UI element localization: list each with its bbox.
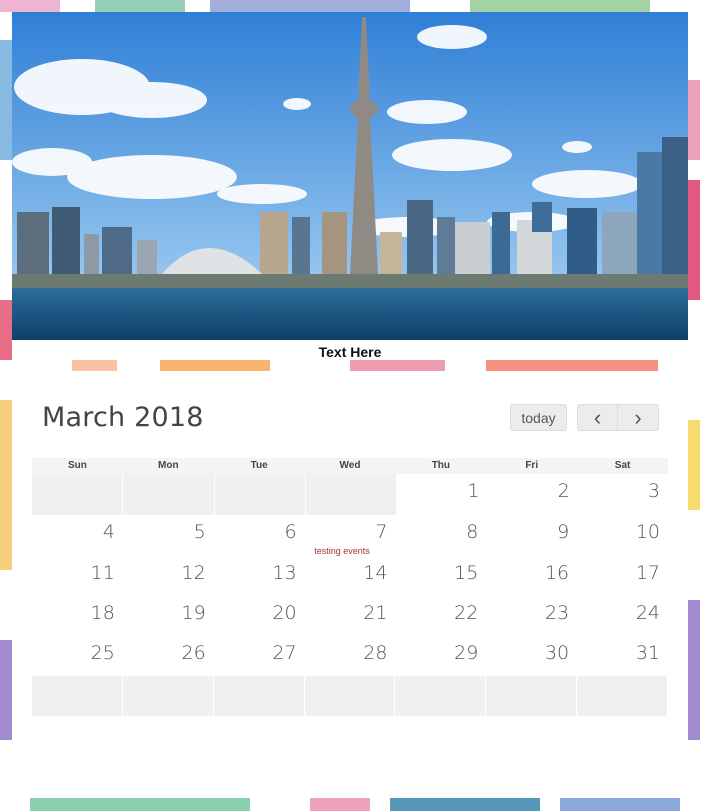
day-number[interactable]: 11 xyxy=(91,562,115,584)
next-month-button[interactable]: › xyxy=(618,404,659,431)
day-number[interactable]: 19 xyxy=(182,602,206,624)
day-cell[interactable]: 1 xyxy=(397,474,487,515)
chevron-left-icon: ‹ xyxy=(593,404,602,430)
today-button[interactable]: today xyxy=(510,404,567,431)
weekday-thu: Thu xyxy=(431,460,451,471)
day-number[interactable]: 18 xyxy=(91,602,115,624)
week-row xyxy=(32,676,669,716)
day-number[interactable]: 12 xyxy=(182,562,206,584)
day-number[interactable]: 15 xyxy=(454,562,478,584)
day-cell[interactable]: 24 xyxy=(577,596,668,636)
day-cell[interactable]: 30 xyxy=(486,636,577,676)
day-cell[interactable]: 20 xyxy=(214,596,305,636)
day-number[interactable]: 28 xyxy=(363,642,387,664)
day-cell-other-month[interactable] xyxy=(123,474,215,515)
weeks-container: 1 2 3 4 5 6 7 testing events 8 9 10 11 12 13 14 15 16 17 1… xyxy=(32,474,669,716)
day-number[interactable]: 21 xyxy=(363,602,387,624)
day-cell[interactable]: 29 xyxy=(395,636,486,676)
day-cell[interactable]: 14 xyxy=(305,556,396,596)
day-number[interactable]: 24 xyxy=(636,602,660,624)
day-cell-other-month[interactable] xyxy=(486,676,578,716)
day-number[interactable]: 8 xyxy=(466,521,478,543)
day-cell[interactable]: 27 xyxy=(214,636,305,676)
calendar-event[interactable]: testing events xyxy=(309,546,376,556)
day-number[interactable]: 26 xyxy=(182,642,206,664)
day-number[interactable]: 22 xyxy=(454,602,478,624)
day-cell[interactable]: 28 xyxy=(305,636,396,676)
prev-month-button[interactable]: ‹ xyxy=(577,404,618,431)
week-row: 1 2 3 xyxy=(32,474,668,515)
day-cell-other-month[interactable] xyxy=(395,676,487,716)
day-cell[interactable]: 26 xyxy=(123,636,214,676)
day-cell[interactable]: 10 xyxy=(577,515,668,556)
weekday-tue: Tue xyxy=(250,460,268,471)
day-cell[interactable]: 21 xyxy=(305,596,396,636)
day-cell-other-month[interactable] xyxy=(577,676,669,716)
skyline-photo xyxy=(12,12,688,340)
week-row: 25 26 27 28 29 30 31 xyxy=(32,636,668,676)
day-cell-other-month[interactable] xyxy=(32,676,123,716)
day-cell-other-month[interactable] xyxy=(213,676,305,716)
weekday-sat: Sat xyxy=(614,460,631,471)
day-cell[interactable]: 23 xyxy=(486,596,577,636)
day-cell[interactable]: 31 xyxy=(577,636,668,676)
day-cell[interactable]: 17 xyxy=(577,556,668,596)
weekday-fri: Fri xyxy=(525,460,539,471)
day-cell[interactable]: 18 xyxy=(32,596,123,636)
day-number[interactable]: 20 xyxy=(272,602,296,624)
day-cell-other-month[interactable] xyxy=(305,474,398,515)
day-number[interactable]: 27 xyxy=(272,642,296,664)
day-number[interactable]: 10 xyxy=(636,521,660,543)
calendar-title: March 2018 xyxy=(42,402,204,433)
day-cell[interactable]: 16 xyxy=(486,556,577,596)
day-number[interactable]: 3 xyxy=(648,480,660,502)
day-cell[interactable]: 25 xyxy=(32,636,123,676)
day-cell[interactable]: 11 xyxy=(32,556,123,596)
day-number[interactable]: 25 xyxy=(91,642,115,664)
day-number[interactable]: 16 xyxy=(545,562,569,584)
day-number[interactable]: 5 xyxy=(194,521,206,543)
weekday-header: Sun Mon Tue Wed Thu Fri Sat xyxy=(32,458,668,474)
day-number[interactable]: 29 xyxy=(454,642,478,664)
day-number[interactable]: 6 xyxy=(284,521,296,543)
day-number[interactable]: 9 xyxy=(557,521,569,543)
weekday-sun: Sun xyxy=(67,460,87,471)
day-number[interactable]: 1 xyxy=(467,480,479,502)
day-cell[interactable]: 7 testing events xyxy=(305,515,396,556)
day-cell[interactable]: 6 xyxy=(214,515,305,556)
week-row: 11 12 13 14 15 16 17 xyxy=(32,556,668,596)
day-number[interactable]: 23 xyxy=(545,602,569,624)
week-row: 4 5 6 7 testing events 8 9 10 xyxy=(32,515,668,556)
week-row: 18 19 20 21 22 23 24 xyxy=(32,596,668,636)
day-number[interactable]: 2 xyxy=(558,480,570,502)
day-cell-other-month[interactable] xyxy=(32,474,124,515)
day-number[interactable]: 14 xyxy=(363,562,387,584)
day-cell[interactable]: 19 xyxy=(123,596,214,636)
day-cell[interactable]: 4 xyxy=(32,515,123,556)
day-cell[interactable]: 3 xyxy=(578,474,668,515)
day-number[interactable]: 30 xyxy=(545,642,569,664)
day-cell[interactable]: 13 xyxy=(214,556,305,596)
day-number[interactable]: 17 xyxy=(636,562,660,584)
day-cell[interactable]: 22 xyxy=(395,596,486,636)
day-cell[interactable]: 8 xyxy=(395,515,486,556)
day-number[interactable]: 7 xyxy=(375,521,387,543)
photo-caption: Text Here xyxy=(318,344,382,360)
day-number[interactable]: 13 xyxy=(272,562,296,584)
weekday-wed: Wed xyxy=(339,460,361,471)
day-cell-other-month[interactable] xyxy=(214,474,306,515)
day-number[interactable]: 4 xyxy=(103,521,115,543)
month-grid: Sun Mon Tue Wed Thu Fri Sat 1 2 3 4 5 6 7 testing eve… xyxy=(32,458,669,716)
day-cell-other-month[interactable] xyxy=(122,676,214,716)
day-cell[interactable]: 12 xyxy=(123,556,214,596)
day-cell[interactable]: 9 xyxy=(486,515,577,556)
chevron-right-icon: › xyxy=(634,404,642,430)
weekday-mon: Mon xyxy=(158,460,179,471)
day-cell-other-month[interactable] xyxy=(304,676,396,716)
day-cell[interactable]: 2 xyxy=(487,474,577,515)
day-number[interactable]: 31 xyxy=(636,642,660,664)
day-cell[interactable]: 15 xyxy=(395,556,486,596)
day-cell[interactable]: 5 xyxy=(123,515,214,556)
